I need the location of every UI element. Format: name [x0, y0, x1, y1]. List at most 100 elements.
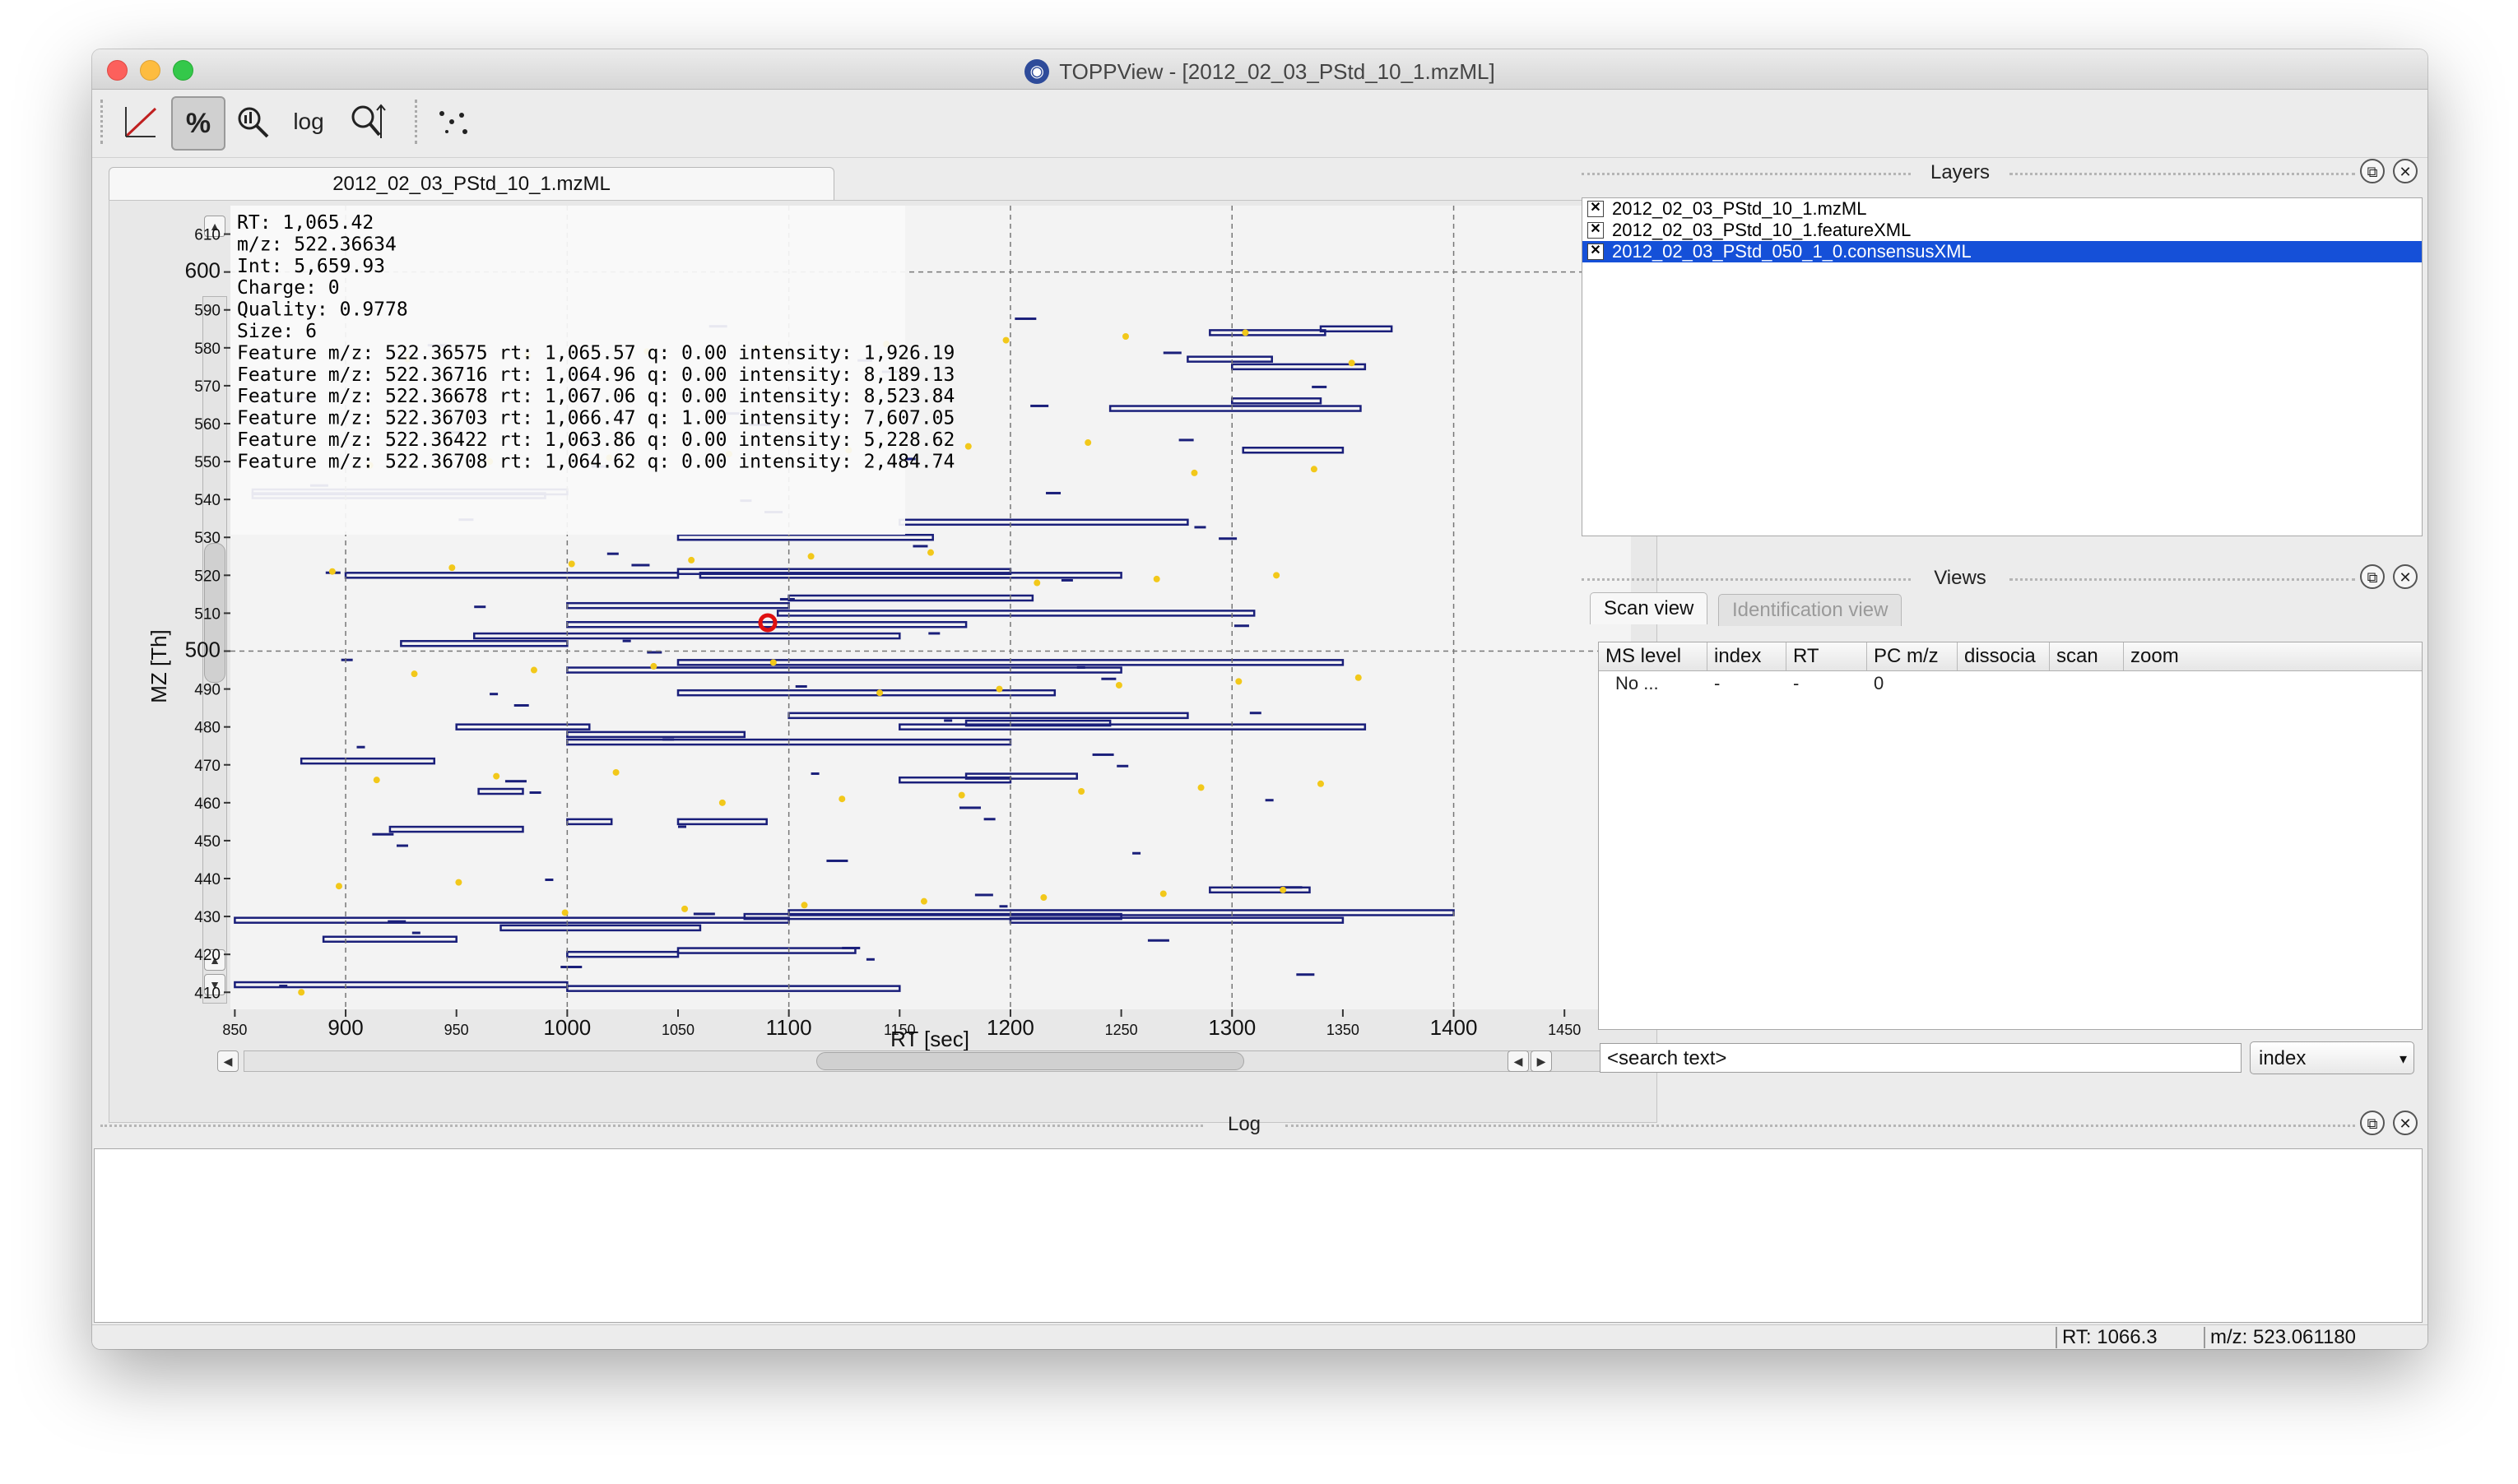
document-tab[interactable]: 2012_02_03_PStd_10_1.mzML	[109, 167, 834, 201]
close-window-button[interactable]	[107, 60, 128, 81]
peak-stub	[1147, 939, 1169, 942]
maximize-window-button[interactable]	[173, 60, 193, 81]
log-title-divider	[1285, 1125, 2355, 1127]
peak-dot	[1115, 681, 1122, 689]
peak-stub	[1092, 753, 1114, 756]
snap-intensity-button[interactable]	[227, 96, 278, 147]
peak-dot	[1122, 332, 1129, 340]
column-zoom[interactable]: zoom	[2124, 642, 2420, 670]
peak-dot	[298, 989, 305, 996]
peak-dot	[1197, 784, 1205, 791]
toolbar-separator	[100, 100, 106, 144]
search-input[interactable]: <search text>	[1600, 1043, 2242, 1073]
peak-stub	[1233, 624, 1249, 628]
reset-zoom-icon	[351, 104, 386, 138]
column-scan[interactable]: scan	[2050, 642, 2124, 670]
linear-intensity-button[interactable]	[115, 96, 166, 147]
minimize-window-button[interactable]	[140, 60, 160, 81]
peak-dot	[1085, 439, 1092, 447]
x-tick-label: 1450	[1548, 1022, 1581, 1038]
peak-stub	[779, 597, 795, 601]
views-float-button[interactable]: ⧉	[2360, 564, 2385, 589]
column-ms-level[interactable]: MS level	[1599, 642, 1707, 670]
y-tick-label: 460	[194, 795, 221, 813]
y-axis: 410 420 430 440 450 460 470 480 490 500 510 520 530 5…	[185, 227, 230, 1002]
window-title: TOPPView - [2012_02_03_PStd_10_1.mzML]	[1059, 59, 1495, 84]
peak-stub	[974, 893, 993, 897]
column-pc-mz[interactable]: PC m/z	[1867, 642, 1958, 670]
layer-visibility-checkbox[interactable]: ✕	[1587, 243, 1604, 260]
layer-item-selected[interactable]: ✕ 2012_02_03_PStd_050_1_0.consensusXML	[1582, 241, 2422, 262]
tab-scan-view[interactable]: Scan view	[1590, 592, 1708, 624]
log-close-button[interactable]: ✕	[2393, 1111, 2418, 1135]
y-tick-label: 500	[185, 637, 221, 661]
peak-stub	[826, 859, 848, 862]
table-row[interactable]: No ... - - 0	[1599, 671, 2422, 696]
views-panel-title: Views	[1934, 567, 1986, 589]
peak-dot	[718, 799, 726, 806]
y-axis-label: MZ [Th]	[146, 629, 171, 703]
info-line: Feature m/z: 522.36575 rt: 1,065.57 q: 0…	[237, 342, 955, 364]
log-intensity-button[interactable]: log	[283, 96, 334, 147]
show-projections-button[interactable]	[428, 96, 479, 147]
reset-zoom-button[interactable]	[342, 96, 393, 147]
horizontal-scroll-thumb[interactable]	[816, 1052, 1244, 1070]
peak-stub	[677, 825, 686, 828]
layers-float-button[interactable]: ⧉	[2360, 159, 2385, 183]
column-dissociation[interactable]: dissocia	[1958, 642, 2050, 670]
y-tick-label: 580	[194, 341, 221, 358]
layer-visibility-checkbox[interactable]: ✕	[1587, 222, 1604, 239]
peak-dot	[996, 685, 1003, 693]
scroll-left-button[interactable]: ◀	[217, 1050, 239, 1072]
peak-dot	[530, 666, 537, 674]
peak-dot	[335, 883, 342, 890]
peak-dot	[1002, 336, 1010, 344]
peak-dot	[568, 560, 575, 568]
percent-icon: %	[185, 107, 211, 139]
tab-identification-view[interactable]: Identification view	[1718, 594, 1902, 626]
info-line: Size: 6	[237, 321, 317, 342]
peak-stub	[504, 780, 527, 783]
peak-stub	[631, 563, 650, 567]
peak-dot	[411, 670, 418, 678]
layers-close-button[interactable]: ✕	[2393, 159, 2418, 183]
info-line: Feature m/z: 522.36678 rt: 1,067.06 q: 0…	[237, 386, 955, 407]
peak-dot	[1317, 780, 1324, 787]
log-float-button[interactable]: ⧉	[2360, 1111, 2385, 1135]
peak-stub	[622, 639, 631, 642]
peak-stub	[1015, 317, 1037, 320]
peak-dot	[920, 897, 927, 905]
info-line: Feature m/z: 522.36422 rt: 1,063.86 q: 0…	[237, 429, 955, 451]
info-line: Quality: 0.9778	[237, 299, 408, 321]
scroll-left-button-right[interactable]: ◀	[1508, 1050, 1529, 1072]
app-window: ◉ TOPPView - [2012_02_03_PStd_10_1.mzML]…	[92, 49, 2427, 1349]
y-tick-label: 480	[194, 720, 221, 737]
peak-stub	[1249, 712, 1261, 715]
peak-stub	[372, 832, 394, 836]
peak-stub	[388, 920, 407, 923]
scroll-right-button[interactable]: ▶	[1531, 1050, 1552, 1072]
peak-stub	[356, 745, 365, 749]
info-line: Feature m/z: 522.36703 rt: 1,066.47 q: 1…	[237, 408, 955, 429]
peak-dot	[1235, 678, 1243, 685]
peak-stub	[1163, 351, 1182, 355]
peak-stub	[1046, 491, 1062, 494]
peak-dot	[1310, 466, 1317, 473]
views-close-button[interactable]: ✕	[2393, 564, 2418, 589]
column-rt[interactable]: RT	[1786, 642, 1867, 670]
views-title-divider	[1582, 578, 1911, 581]
peak-stub	[606, 552, 619, 555]
peak-dot	[1153, 575, 1160, 582]
layer-item[interactable]: ✕ 2012_02_03_PStd_10_1.mzML	[1582, 198, 2422, 220]
layer-visibility-checkbox[interactable]: ✕	[1587, 201, 1604, 217]
column-index[interactable]: index	[1707, 642, 1786, 670]
peak-dot	[964, 443, 972, 450]
layer-item[interactable]: ✕ 2012_02_03_PStd_10_1.featureXML	[1582, 220, 2422, 241]
percentage-intensity-button[interactable]: %	[171, 96, 225, 151]
search-field-select[interactable]: index ▾	[2250, 1041, 2414, 1074]
peak-map-plot[interactable]: RT: 1,065.42m/z: 522.36634Int: 5,659.93C…	[117, 206, 1647, 1053]
log-output[interactable]	[94, 1148, 2423, 1323]
y-tick-label: 450	[194, 833, 221, 851]
y-tick-label: 590	[194, 303, 221, 320]
layers-title-divider	[1582, 173, 1911, 175]
